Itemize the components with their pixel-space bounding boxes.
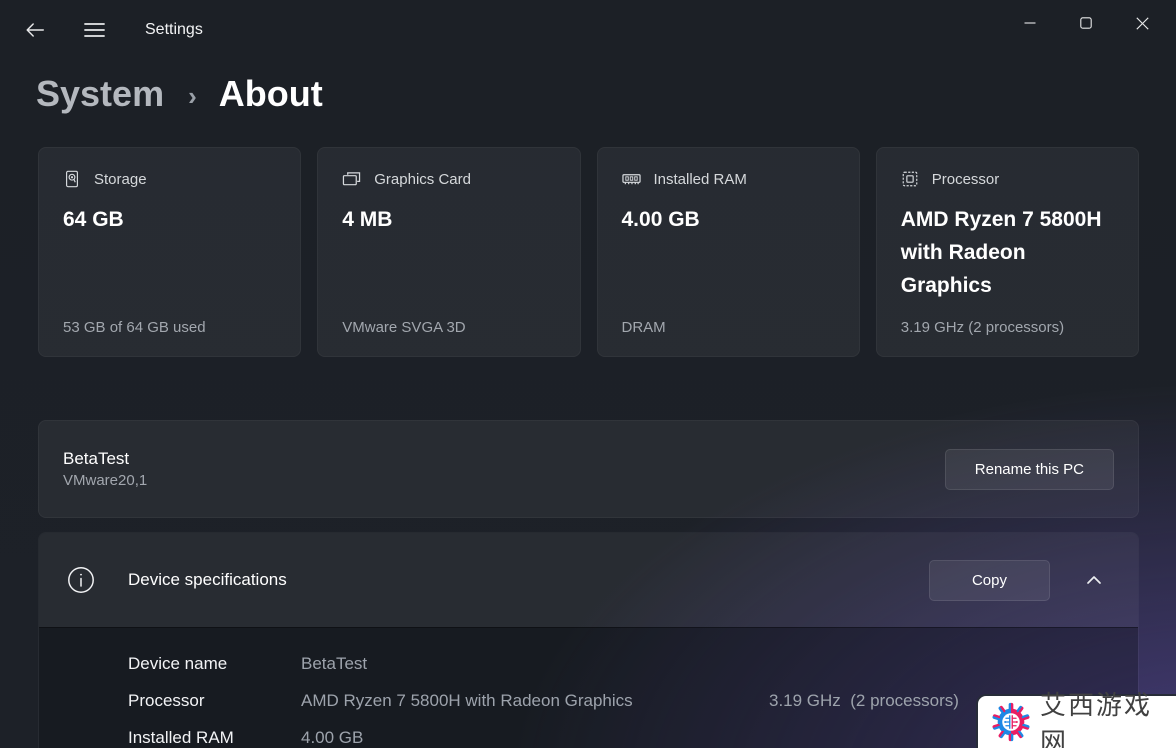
spec-cards-row: Storage 64 GB 53 GB of 64 GB used Graphi… [38, 147, 1139, 357]
spec-value: 4.00 GB [301, 728, 769, 748]
spec-row-processor: Processor AMD Ryzen 7 5800H with Radeon … [128, 682, 1114, 719]
card-caption: 53 GB of 64 GB used [63, 319, 276, 336]
device-name: BetaTest [63, 449, 147, 469]
hamburger-icon [84, 21, 105, 39]
watermark: 艾西游戏网 [976, 694, 1176, 748]
maximize-button[interactable] [1058, 0, 1114, 46]
spec-value: AMD Ryzen 7 5800H with Radeon Graphics [301, 691, 769, 711]
card-caption: VMware SVGA 3D [342, 319, 555, 336]
rename-pc-button[interactable]: Rename this PC [945, 449, 1114, 490]
spec-row-installed-ram: Installed RAM 4.00 GB [128, 719, 1114, 748]
chevron-up-icon[interactable] [1080, 566, 1108, 594]
rename-pc-card: BetaTest VMware20,1 Rename this PC [38, 420, 1139, 518]
card-value: 4.00 GB [622, 204, 835, 237]
spec-label: Processor [128, 691, 301, 711]
spec-row-device-name: Device name BetaTest [128, 645, 1114, 682]
minimize-icon [1024, 17, 1036, 29]
device-specifications-expander: Device specifications Copy Device name B… [38, 532, 1139, 748]
storage-card: Storage 64 GB 53 GB of 64 GB used [38, 147, 301, 357]
menu-button[interactable] [74, 12, 114, 48]
titlebar: Settings [0, 0, 1176, 60]
graphics-card-card: Graphics Card 4 MB VMware SVGA 3D [317, 147, 580, 357]
back-button[interactable] [15, 12, 55, 48]
graphics-card-icon [342, 170, 361, 188]
card-label: Processor [932, 171, 1000, 188]
card-value: AMD Ryzen 7 5800H with Radeon Graphics [901, 204, 1114, 303]
app-title: Settings [145, 21, 203, 39]
card-label: Storage [94, 171, 147, 188]
processor-card: Processor AMD Ryzen 7 5800H with Radeon … [876, 147, 1139, 357]
close-icon [1136, 17, 1149, 30]
card-label: Installed RAM [654, 171, 747, 188]
breadcrumb-separator-icon: › [188, 81, 197, 112]
info-icon [67, 566, 95, 594]
copy-button[interactable]: Copy [929, 560, 1050, 601]
card-caption: DRAM [622, 319, 835, 336]
breadcrumb-system[interactable]: System [36, 73, 164, 115]
card-label: Graphics Card [374, 171, 471, 188]
device-model: VMware20,1 [63, 472, 147, 489]
back-arrow-icon [24, 19, 46, 41]
installed-ram-card: Installed RAM 4.00 GB DRAM [597, 147, 860, 357]
minimize-button[interactable] [1002, 0, 1058, 46]
card-caption: 3.19 GHz (2 processors) [901, 319, 1114, 336]
breadcrumb: System › About [36, 66, 1176, 122]
watermark-text: 艾西游戏网 [1040, 685, 1176, 748]
spec-label: Device name [128, 654, 301, 674]
device-specifications-header[interactable]: Device specifications Copy [39, 533, 1138, 627]
storage-icon [63, 170, 81, 188]
maximize-icon [1080, 17, 1092, 29]
card-value: 4 MB [342, 204, 555, 237]
card-value: 64 GB [63, 204, 276, 237]
watermark-gear-logo-icon [991, 702, 1031, 742]
ram-icon [622, 170, 641, 188]
close-button[interactable] [1114, 0, 1170, 46]
device-specifications-content: Device name BetaTest Processor AMD Ryzen… [39, 627, 1138, 748]
page-title: About [219, 73, 323, 115]
processor-icon [901, 170, 919, 188]
device-specifications-title: Device specifications [128, 570, 287, 590]
spec-value: BetaTest [301, 654, 769, 674]
spec-label: Installed RAM [128, 728, 301, 748]
